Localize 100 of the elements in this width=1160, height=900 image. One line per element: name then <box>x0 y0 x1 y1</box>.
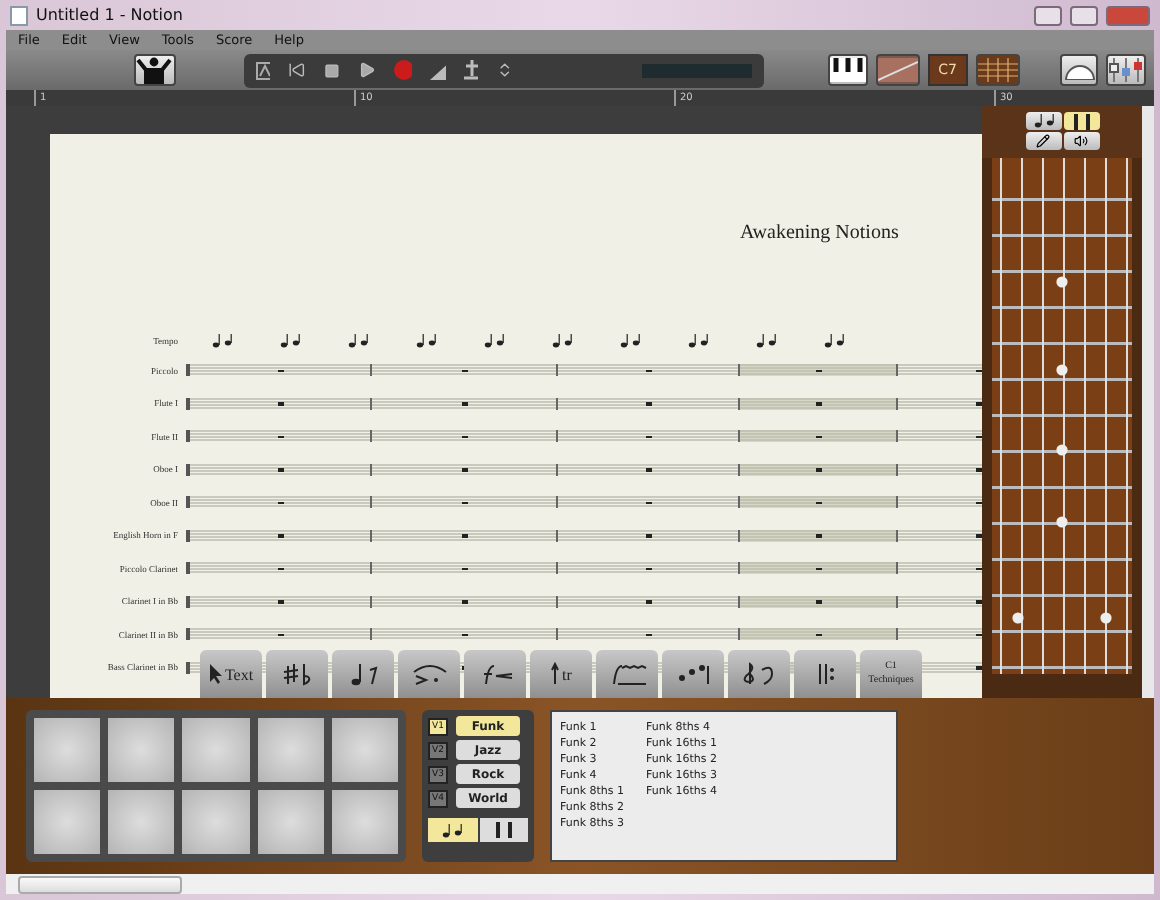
fermata-accent-icon <box>409 662 449 686</box>
rest-mark <box>461 369 467 372</box>
rest-mark <box>815 369 821 372</box>
rest-mark <box>461 534 467 537</box>
stop-icon[interactable] <box>324 61 341 79</box>
rest-mark <box>975 633 981 636</box>
maximize-button[interactable] <box>1070 5 1098 25</box>
rest-mark <box>277 600 283 603</box>
tempo-note-icon <box>550 333 574 347</box>
tempo-note-icon <box>414 333 438 347</box>
scrollbar-thumb[interactable] <box>18 875 182 893</box>
play-icon[interactable] <box>358 60 376 80</box>
dynamics-palette-button[interactable] <box>464 650 526 698</box>
rest-mark <box>461 435 467 438</box>
tempo-note-icon <box>822 333 846 347</box>
rest-mark <box>975 435 981 438</box>
score-title: Awakening Notions <box>740 222 901 248</box>
trill-palette-button[interactable]: tr <box>530 650 592 698</box>
rest-mark <box>975 534 981 537</box>
conductor-icon <box>136 56 173 84</box>
pencil-button[interactable] <box>1025 132 1061 150</box>
notes-icon <box>440 823 465 837</box>
repeat-sign-icon <box>813 662 837 686</box>
rest-mark <box>277 468 283 471</box>
tempo-note-icon <box>618 333 642 347</box>
sharp-flat-icon <box>281 662 313 686</box>
tab-mode-toggle[interactable] <box>1063 112 1099 130</box>
text-tool-icon[interactable] <box>255 61 271 79</box>
notes-mode-toggle[interactable] <box>428 818 477 842</box>
accidentals-palette-button[interactable] <box>266 650 328 698</box>
speaker-button[interactable] <box>1063 132 1099 150</box>
rest-mark <box>277 402 283 405</box>
rest-mark <box>645 567 651 570</box>
rest-mark <box>815 402 821 405</box>
rest-mark <box>461 600 467 603</box>
piano-keys-icon <box>829 58 866 82</box>
notes-palette-button[interactable] <box>332 650 394 698</box>
minimize-button[interactable] <box>1034 5 1062 25</box>
rest-mark <box>975 600 981 603</box>
metronome-icon[interactable] <box>464 60 479 80</box>
mixer-button[interactable] <box>1106 54 1146 86</box>
notes-mode-toggle[interactable] <box>1025 112 1061 130</box>
tempo-note-icon <box>754 333 778 347</box>
tuplets-palette-button[interactable] <box>662 650 724 698</box>
piano-keys-button[interactable] <box>827 54 868 86</box>
volume-ramp-icon[interactable] <box>429 61 447 79</box>
tempo-note-icon <box>278 333 302 347</box>
horizontal-scrollbar[interactable] <box>6 874 1154 894</box>
rest-mark <box>645 402 651 405</box>
rest-mark <box>645 600 651 603</box>
pointer-icon <box>208 664 223 684</box>
conductor-button[interactable] <box>134 54 176 86</box>
rest-mark <box>277 369 283 372</box>
app-icon <box>10 5 28 25</box>
stacked-notes-icon <box>493 822 514 838</box>
up-arrow-icon <box>550 662 561 686</box>
speaker-icon <box>1074 134 1088 148</box>
window-title: Untitled 1 - Notion <box>36 6 185 24</box>
pencil-icon <box>1036 134 1050 148</box>
rest-mark <box>815 501 821 504</box>
text-palette-button[interactable]: Text <box>200 650 262 698</box>
rest-mark <box>975 666 981 669</box>
mixer-icon <box>1108 58 1144 82</box>
repeats-palette-button[interactable] <box>794 650 856 698</box>
clefs-palette-button[interactable] <box>728 650 790 698</box>
rest-mark <box>461 468 467 471</box>
clefs-icon <box>739 662 779 686</box>
rest-mark <box>815 567 821 570</box>
guitar-fretboard-button[interactable] <box>976 54 1021 86</box>
rest-mark <box>277 633 283 636</box>
rest-mark <box>277 501 283 504</box>
rest-mark <box>277 534 283 537</box>
fretboard-icon <box>978 58 1019 82</box>
rest-mark <box>645 369 651 372</box>
chord-notes-icon <box>675 662 711 686</box>
tempo-note-icon <box>686 333 710 347</box>
note-rest-icon <box>347 662 379 686</box>
up-down-icon[interactable] <box>496 60 515 80</box>
rest-mark <box>461 633 467 636</box>
dome-icon <box>1063 60 1096 80</box>
tempo-note-icon <box>210 333 234 347</box>
rest-mark <box>815 600 821 603</box>
rest-mark <box>277 567 283 570</box>
articulations-palette-button[interactable] <box>398 650 460 698</box>
rest-mark <box>461 501 467 504</box>
rest-mark <box>815 534 821 537</box>
rest-mark <box>645 534 651 537</box>
instrument-view-button[interactable] <box>875 54 920 86</box>
rewind-icon[interactable] <box>288 60 307 80</box>
rest-mark <box>975 501 981 504</box>
rest-mark <box>815 435 821 438</box>
notes-icon <box>1031 114 1055 128</box>
stacked-mode-toggle[interactable] <box>479 818 528 842</box>
tab-icon <box>1071 113 1091 129</box>
close-button[interactable] <box>1106 5 1150 25</box>
rest-mark <box>645 501 651 504</box>
glissando-palette-button[interactable] <box>596 650 658 698</box>
tempo-note-icon <box>346 333 370 347</box>
rest-mark <box>645 435 651 438</box>
level-meter-drawing <box>642 63 751 77</box>
